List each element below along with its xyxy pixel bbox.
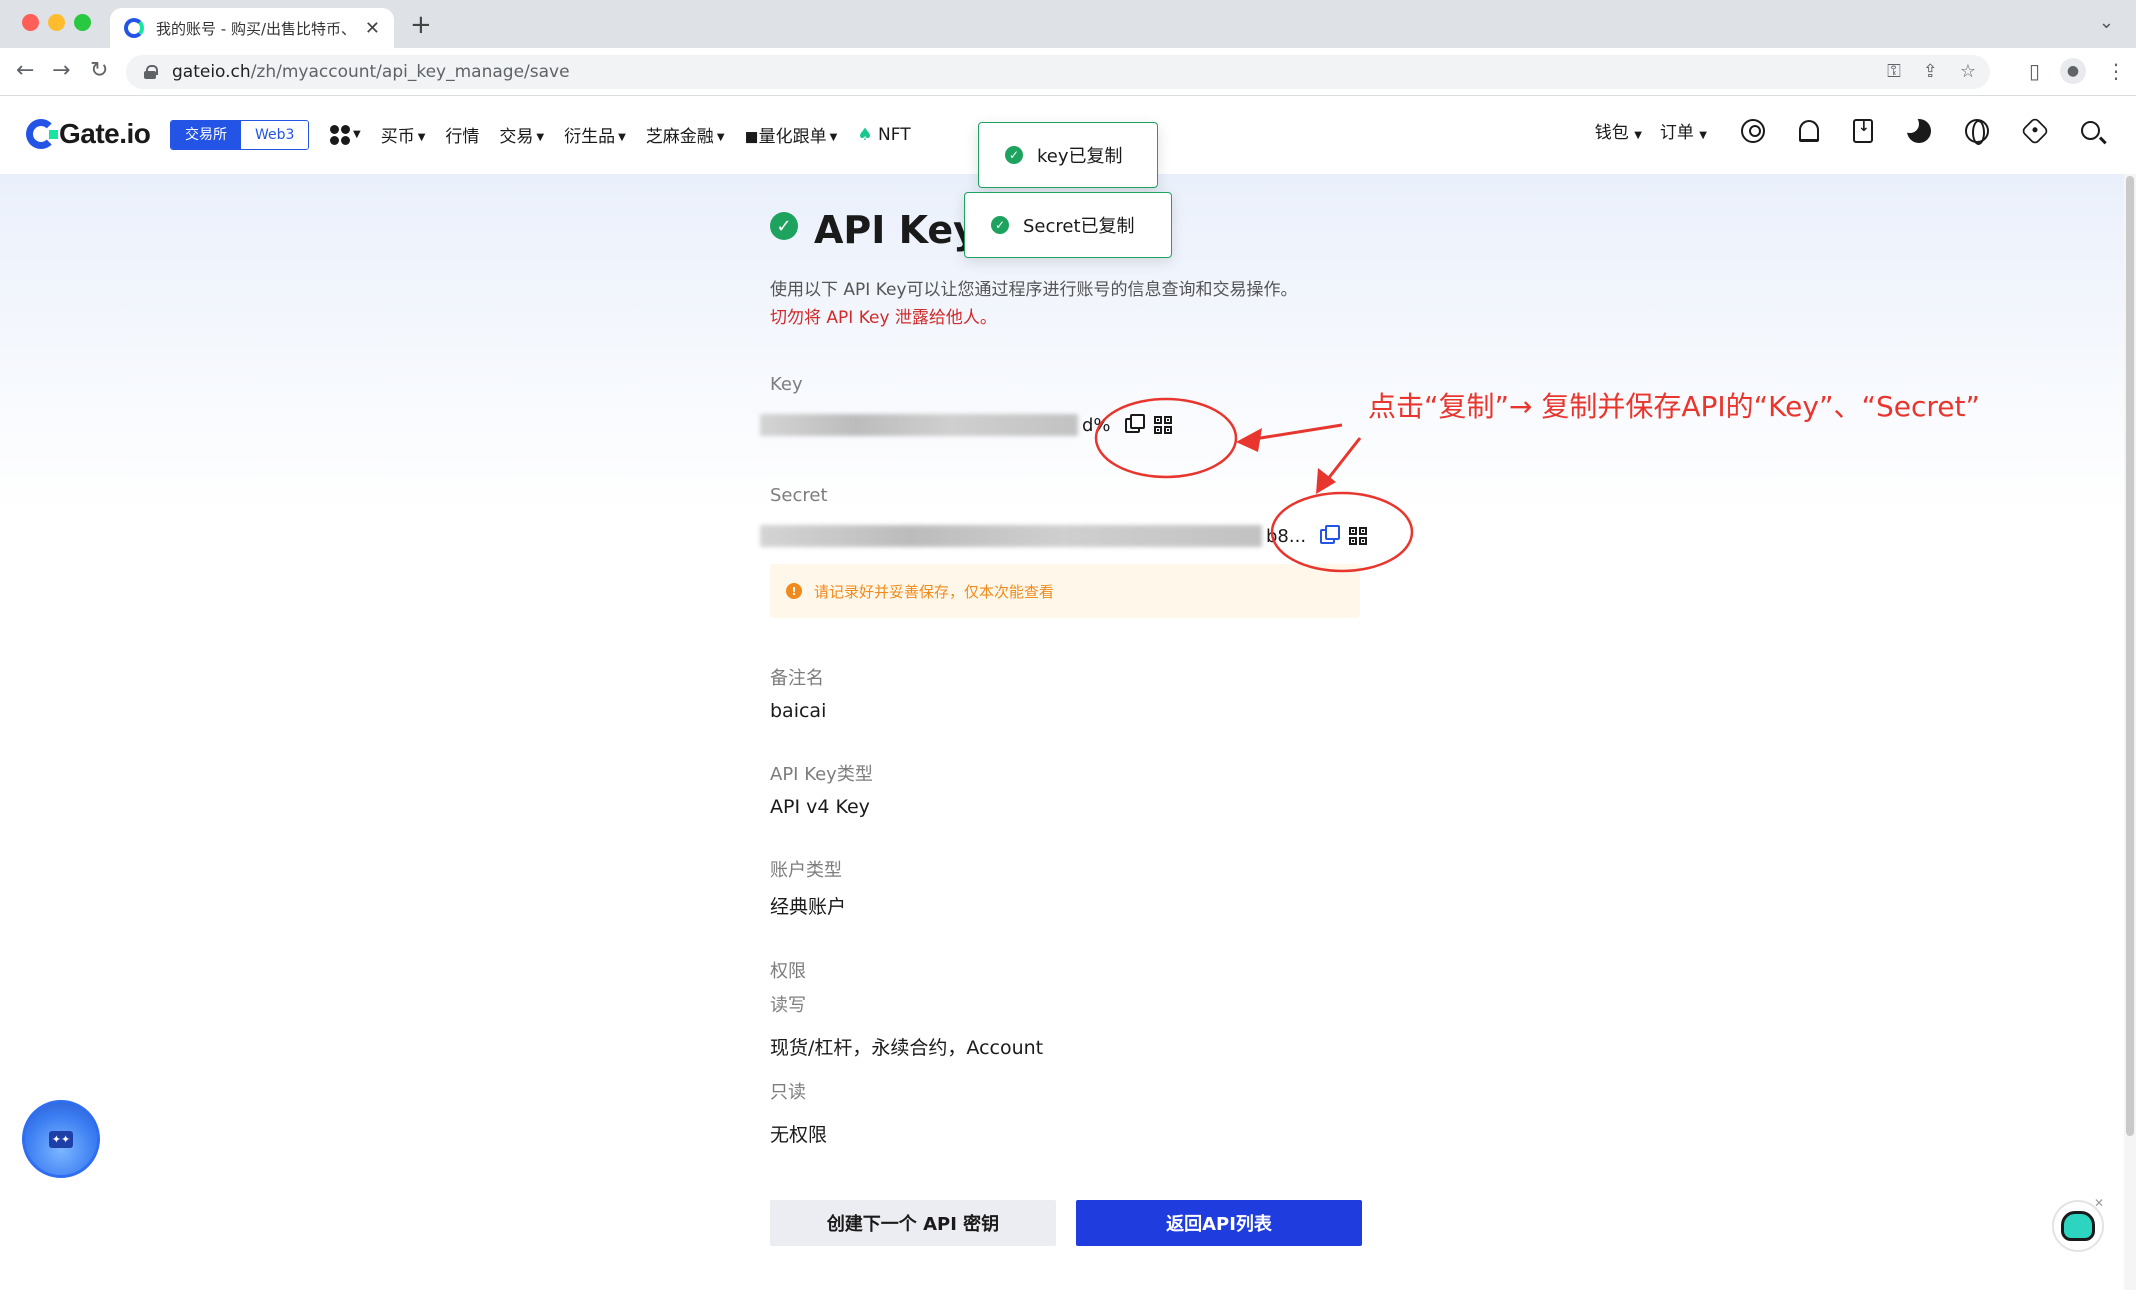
account-type-value: 经典账户: [770, 896, 847, 918]
exchange-web3-switch[interactable]: 交易所 Web3: [170, 120, 310, 150]
exchange-toggle[interactable]: 交易所: [171, 121, 241, 149]
back-arrow-icon[interactable]: ←: [16, 58, 34, 83]
toast-check-icon: ✓: [1005, 146, 1023, 164]
account-type-label: 账户类型: [770, 860, 842, 881]
language-globe-icon[interactable]: [1965, 118, 1989, 145]
key-icon[interactable]: ⚿: [1887, 61, 1901, 82]
secret-value-redacted: [760, 525, 1262, 547]
nav-wallet[interactable]: 钱包 ▼: [1595, 118, 1642, 143]
nav-quant[interactable]: ◼量化跟单 ▼: [745, 122, 838, 147]
key-type-value: API v4 Key: [770, 796, 870, 818]
save-once-notice: ! 请记录好并妥善保存，仅本次能查看: [770, 564, 1360, 618]
copy-secret-icon[interactable]: [1320, 524, 1341, 544]
key-value-row: d%: [760, 411, 1370, 439]
dark-mode-icon[interactable]: [1901, 114, 1931, 143]
browser-menu-icon[interactable]: ⋮: [2106, 59, 2126, 83]
nav-derivatives[interactable]: 衍生品 ▼: [564, 122, 626, 147]
read-only-label: 只读: [770, 1082, 806, 1103]
quant-badge-icon: ◼: [744, 127, 759, 147]
search-icon[interactable]: [2081, 121, 2100, 140]
nav-markets[interactable]: 行情: [445, 122, 479, 147]
header-right: 钱包 ▼ 订单 ▼: [1595, 114, 2100, 145]
back-to-api-list-button[interactable]: 返回API列表: [1076, 1200, 1362, 1246]
action-buttons: 创建下一个 API 密钥 返回API列表: [770, 1200, 1362, 1246]
read-only-value: 无权限: [770, 1124, 828, 1146]
key-value-redacted: [760, 414, 1078, 436]
annotation-instruction: 点击“复制”→ 复制并保存API的“Key”、“Secret”: [1368, 390, 1980, 423]
read-write-label: 读写: [770, 995, 806, 1016]
download-icon[interactable]: [1853, 118, 1873, 143]
tab-title: 我的账号 - 购买/出售比特币、以: [156, 19, 357, 38]
lock-icon: [144, 65, 158, 79]
bookmark-star-icon[interactable]: ☆: [1960, 61, 1976, 82]
reload-icon[interactable]: ↻: [90, 58, 108, 83]
secret-label: Secret: [770, 485, 828, 506]
bot-avatar-icon: [2061, 1211, 2095, 1241]
tab-search-chevron-icon[interactable]: ⌄: [2099, 12, 2114, 33]
gate-logo[interactable]: Gate.io: [26, 118, 151, 150]
api-key-result: ✓ API Key创 使用以下 API Key可以让您通过程序进行账号的信息查询…: [760, 198, 1370, 1147]
key-label: Key: [770, 374, 803, 395]
address-bar: ← → ↻ gateio.ch/zh/myaccount/api_key_man…: [0, 48, 2136, 96]
secret-value-tail: b8...: [1266, 525, 1307, 547]
main-nav: ▼ 买币 ▼ 行情 交易 ▼ 衍生品 ▼ 芝麻金融 ▼ ◼量化跟单 ▼ ♠ NFT: [330, 122, 911, 147]
nav-nft[interactable]: ♠ NFT: [857, 125, 910, 145]
leak-warning: 切勿将 API Key 泄露给他人。: [770, 308, 997, 328]
profile-avatar-icon[interactable]: ●: [2060, 58, 2086, 84]
promo-badge[interactable]: ✦✦: [22, 1100, 100, 1178]
nft-drop-icon: ♠: [857, 124, 873, 145]
nav-finance[interactable]: 芝麻金融 ▼: [646, 122, 725, 147]
gate-favicon-icon: [124, 18, 144, 38]
gate-logo-icon: [26, 119, 58, 149]
notification-bell-icon[interactable]: [1799, 119, 1819, 142]
close-window-button[interactable]: [22, 14, 39, 31]
nav-orders[interactable]: 订单 ▼: [1660, 118, 1707, 143]
key-qr-code-icon[interactable]: [1153, 416, 1172, 434]
forward-arrow-icon[interactable]: →: [52, 58, 70, 83]
remark-value: baicai: [770, 700, 827, 722]
toast-check-icon: ✓: [991, 216, 1009, 234]
copy-key-icon[interactable]: [1124, 413, 1145, 433]
remark-label: 备注名: [770, 668, 824, 689]
web3-toggle[interactable]: Web3: [241, 121, 309, 149]
browser-tabbar: 我的账号 - 购买/出售比特币、以 ✕ + ⌄: [0, 0, 2136, 48]
url-field[interactable]: gateio.ch/zh/myaccount/api_key_manage/sa…: [126, 55, 1990, 89]
new-tab-button[interactable]: +: [410, 10, 432, 40]
settings-icon[interactable]: [2020, 116, 2050, 145]
side-panel-icon[interactable]: ▯: [2029, 59, 2040, 83]
secret-qr-code-icon[interactable]: [1349, 527, 1368, 545]
secret-value-row: b8...: [760, 522, 1370, 550]
key-type-label: API Key类型: [770, 764, 873, 785]
minimize-window-button[interactable]: [48, 14, 65, 31]
url-text: gateio.ch/zh/myaccount/api_key_manage/sa…: [172, 62, 570, 82]
info-icon: !: [786, 583, 802, 599]
apps-grid-icon: [330, 124, 350, 145]
nav-trade[interactable]: 交易 ▼: [499, 122, 544, 147]
key-value-tail: d%: [1082, 414, 1111, 436]
tab-close-icon[interactable]: ✕: [365, 18, 380, 39]
api-description: 使用以下 API Key可以让您通过程序进行账号的信息查询和交易操作。: [770, 280, 1298, 300]
success-check-icon: ✓: [770, 212, 798, 240]
apps-menu[interactable]: ▼: [330, 124, 361, 145]
read-write-value: 现货/杠杆，永续合约，Account: [770, 1037, 1044, 1059]
maximize-window-button[interactable]: [74, 14, 91, 31]
promo-badge-icon: ✦✦: [48, 1130, 74, 1148]
secret-copied-toast: ✓ Secret已复制: [964, 192, 1172, 258]
bot-close-icon[interactable]: ✕: [2094, 1196, 2104, 1210]
permissions-label: 权限: [770, 961, 806, 982]
create-next-key-button[interactable]: 创建下一个 API 密钥: [770, 1200, 1056, 1246]
browser-tab[interactable]: 我的账号 - 购买/出售比特币、以 ✕: [110, 8, 394, 48]
key-copied-toast: ✓ key已复制: [978, 122, 1158, 188]
user-icon[interactable]: [1741, 118, 1765, 143]
nav-buy-crypto[interactable]: 买币 ▼: [381, 122, 426, 147]
page-scrollbar-thumb[interactable]: [2126, 176, 2134, 1136]
share-icon[interactable]: ⇪: [1923, 61, 1938, 82]
